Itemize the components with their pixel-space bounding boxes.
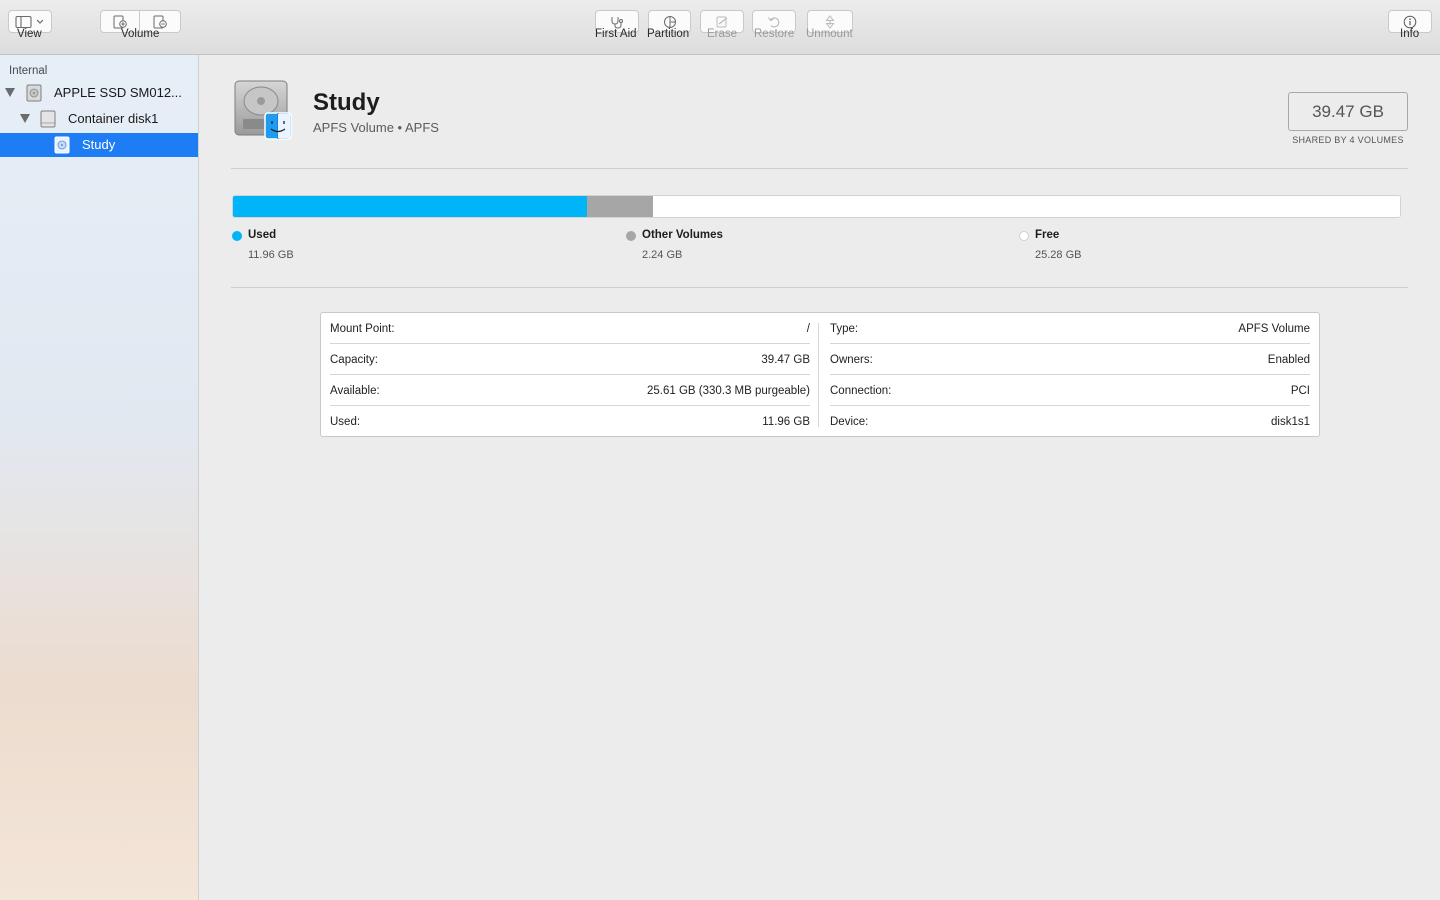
info-row-capacity: Capacity: 39.47 GB: [330, 344, 810, 375]
info-value: disk1s1: [1271, 416, 1310, 428]
legend-dot-free: [1019, 231, 1029, 241]
capacity-badge: 39.47 GB: [1288, 92, 1408, 131]
info-key: Connection:: [830, 385, 892, 397]
info-column-divider: [818, 323, 819, 427]
unmount-icon: [825, 14, 835, 29]
info-value: /: [806, 323, 810, 335]
erase-icon: [716, 16, 728, 27]
sidebar-item-container[interactable]: Container disk1: [0, 107, 198, 131]
stethoscope-icon: [611, 16, 623, 29]
legend-value: 2.24 GB: [642, 249, 683, 261]
restore-icon: [768, 16, 780, 27]
info-value: PCI: [1290, 385, 1310, 397]
info-row-mount-point: Mount Point: /: [330, 313, 810, 344]
legend-dot-other-volumes: [626, 231, 636, 241]
info-value: APFS Volume: [1238, 323, 1310, 335]
info-row-device: Device: disk1s1: [830, 406, 1310, 437]
disclosure-triangle-icon[interactable]: [5, 88, 15, 97]
divider: [231, 168, 1408, 169]
legend-name: Free: [1035, 229, 1060, 241]
sidebar-item-apple-ssd[interactable]: APPLE SSD SM012...: [0, 81, 198, 105]
info-icon: [1403, 15, 1417, 28]
info-value: 11.96 GB: [762, 416, 810, 428]
sidebar-item-label: Study: [82, 137, 116, 152]
info-key: Capacity:: [330, 354, 378, 366]
main-content: Study APFS Volume • APFS 39.47 GB SHARED…: [199, 55, 1440, 900]
legend-dot-used: [232, 231, 242, 241]
partition-label: Partition: [647, 28, 690, 40]
info-key: Device:: [830, 416, 869, 428]
usage-segment-other-volumes: [586, 196, 653, 217]
legend-value: 25.28 GB: [1035, 249, 1082, 261]
legend-value: 11.96 GB: [248, 249, 294, 261]
erase-label: Erase: [707, 28, 738, 40]
view-label: View: [17, 28, 42, 40]
divider: [231, 287, 1408, 288]
partition-pie-icon: [663, 15, 676, 28]
info-row-type: Type: APFS Volume: [830, 313, 1310, 344]
sidebar: Internal APPLE SSD SM012... Container di…: [0, 55, 199, 900]
first-aid-label: First Aid: [595, 28, 637, 40]
info-value: Enabled: [1267, 354, 1310, 366]
unmount-label: Unmount: [806, 28, 853, 40]
usage-segment-free: [652, 196, 1400, 217]
info-value: 39.47 GB: [761, 354, 810, 366]
info-row-used: Used: 11.96 GB: [330, 406, 810, 437]
volume-subtitle: APFS Volume • APFS: [313, 120, 439, 135]
info-row-available: Available: 25.61 GB (330.3 MB purgeable): [330, 375, 810, 406]
sidebar-item-label: Container disk1: [68, 111, 159, 126]
info-row-connection: Connection: PCI: [830, 375, 1310, 406]
sidebar-section-internal: Internal: [9, 65, 48, 77]
add-volume-icon: [113, 15, 127, 28]
info-key: Type:: [830, 323, 859, 335]
info-key: Used:: [330, 416, 361, 428]
info-label: Info: [1400, 28, 1420, 40]
volume-title: Study: [313, 89, 380, 116]
restore-label: Restore: [754, 28, 795, 40]
info-table: Mount Point: / Capacity: 39.47 GB Availa…: [320, 312, 1320, 437]
info-key: Mount Point:: [330, 323, 395, 335]
volume-icon: [54, 136, 70, 154]
internal-disk-icon: [26, 84, 42, 102]
info-key: Available:: [330, 385, 380, 397]
sidebar-item-label: APPLE SSD SM012...: [54, 85, 182, 100]
hard-drive-finder-icon: [234, 80, 292, 140]
legend-name: Other Volumes: [642, 229, 723, 241]
toolbar: View Volume First Aid Partition Erase Re…: [0, 0, 1440, 55]
container-icon: [40, 110, 56, 128]
legend-name: Used: [248, 229, 277, 241]
remove-volume-icon: [153, 15, 167, 28]
usage-bar: [232, 195, 1401, 218]
info-row-owners: Owners: Enabled: [830, 344, 1310, 375]
info-key: Owners:: [830, 354, 873, 366]
sidebar-item-study[interactable]: Study: [0, 133, 198, 157]
usage-segment-used: [233, 196, 587, 217]
info-value: 25.61 GB (330.3 MB purgeable): [646, 385, 810, 397]
sidebar-toggle-icon: [15, 15, 44, 28]
disclosure-triangle-icon[interactable]: [20, 114, 30, 123]
volume-label: Volume: [121, 28, 160, 40]
shared-volumes-label: SHARED BY 4 VOLUMES: [1292, 135, 1404, 145]
